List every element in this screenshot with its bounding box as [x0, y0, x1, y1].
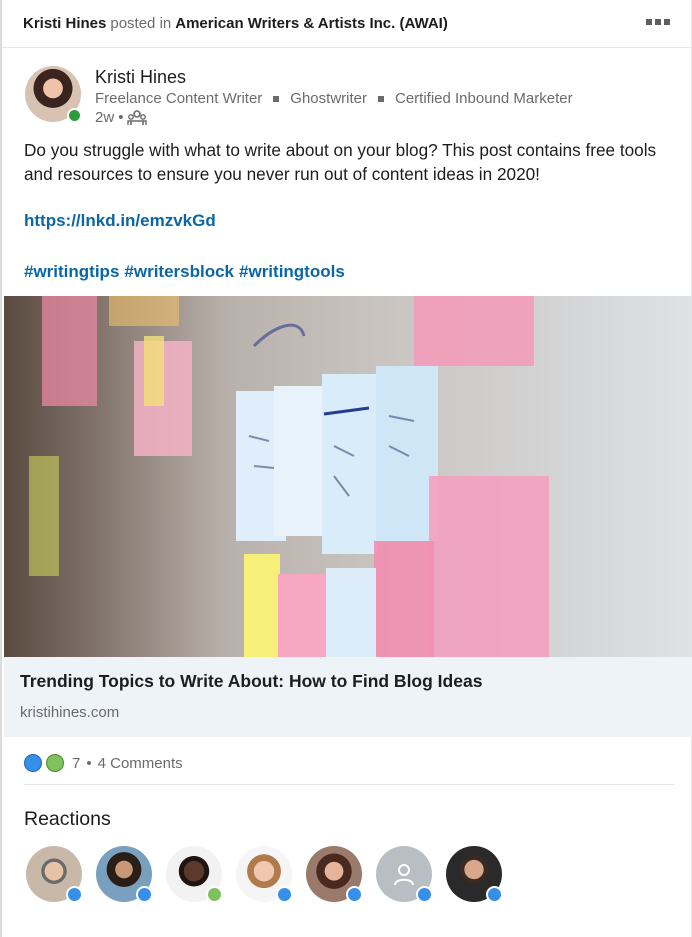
- reaction-count[interactable]: 7: [72, 755, 80, 772]
- author-headline: Freelance Content Writer Ghostwriter Cer…: [95, 89, 573, 109]
- author-avatar[interactable]: [25, 66, 83, 124]
- hashtag-link[interactable]: #writersblock: [124, 262, 234, 282]
- like-reaction-icon: [24, 754, 42, 772]
- hashtag-link[interactable]: #writingtips: [24, 262, 119, 282]
- like-badge-icon: [66, 886, 83, 903]
- divider: [24, 784, 674, 785]
- reactor-avatar-list: [26, 846, 503, 903]
- link-preview-title: Trending Topics to Write About: How to F…: [20, 671, 483, 691]
- more-dot-icon: [646, 19, 652, 25]
- comments-count-link[interactable]: 4 Comments: [98, 755, 183, 772]
- like-badge-icon: [486, 886, 503, 903]
- author-name-link[interactable]: Kristi Hines: [95, 66, 573, 88]
- reactor-avatar[interactable]: [306, 846, 363, 903]
- post-time: 2w: [95, 109, 115, 126]
- headline-item: Freelance Content Writer: [95, 90, 263, 107]
- headline-separator: [377, 96, 384, 102]
- more-options-button[interactable]: [646, 19, 670, 25]
- reactor-avatar[interactable]: [26, 846, 83, 903]
- link-preview-domain: kristihines.com: [20, 704, 120, 721]
- hashtag-list: #writingtips #writersblock #writingtools: [24, 262, 345, 282]
- reactor-avatar[interactable]: [446, 846, 503, 903]
- headline-item: Certified Inbound Marketer: [394, 90, 573, 107]
- social-counts: 7 • 4 Comments: [24, 752, 183, 774]
- sticky-notes-photo: [29, 296, 549, 657]
- reactor-avatar[interactable]: [96, 846, 153, 903]
- more-dot-icon: [655, 19, 661, 25]
- author-block: Kristi Hines Freelance Content Writer Gh…: [25, 66, 573, 128]
- insightful-badge-icon: [206, 886, 223, 903]
- post-meta: 2w •: [95, 109, 573, 127]
- posted-in-label: posted in: [110, 15, 172, 32]
- reactions-heading: Reactions: [24, 808, 111, 830]
- headline-separator: [273, 96, 280, 102]
- like-badge-icon: [136, 886, 153, 903]
- post-card: Kristi Hines posted in American Writers …: [0, 0, 692, 937]
- insightful-reaction-icon: [46, 754, 64, 772]
- online-status-icon: [67, 108, 82, 123]
- headline-item: Ghostwriter: [290, 90, 367, 107]
- like-badge-icon: [416, 886, 433, 903]
- reactor-avatar[interactable]: [376, 846, 433, 903]
- poster-name-link[interactable]: Kristi Hines: [23, 15, 106, 32]
- hashtag-link[interactable]: #writingtools: [239, 262, 345, 282]
- post-short-link[interactable]: https://lnkd.in/emzvkGd: [24, 211, 216, 231]
- like-badge-icon: [276, 886, 293, 903]
- more-dot-icon: [664, 19, 670, 25]
- reactor-avatar[interactable]: [236, 846, 293, 903]
- group-name-link[interactable]: American Writers & Artists Inc. (AWAI): [175, 15, 448, 32]
- like-badge-icon: [346, 886, 363, 903]
- group-icon: [127, 110, 148, 125]
- post-body-text: Do you struggle with what to write about…: [24, 140, 657, 184]
- meta-dot: •: [118, 109, 124, 126]
- social-separator: •: [86, 754, 92, 772]
- post-context-bar: Kristi Hines posted in American Writers …: [2, 0, 692, 48]
- reactor-avatar[interactable]: [166, 846, 223, 903]
- default-person-icon: [394, 864, 414, 886]
- link-preview-card[interactable]: Trending Topics to Write About: How to F…: [4, 657, 692, 737]
- post-image[interactable]: [4, 296, 692, 657]
